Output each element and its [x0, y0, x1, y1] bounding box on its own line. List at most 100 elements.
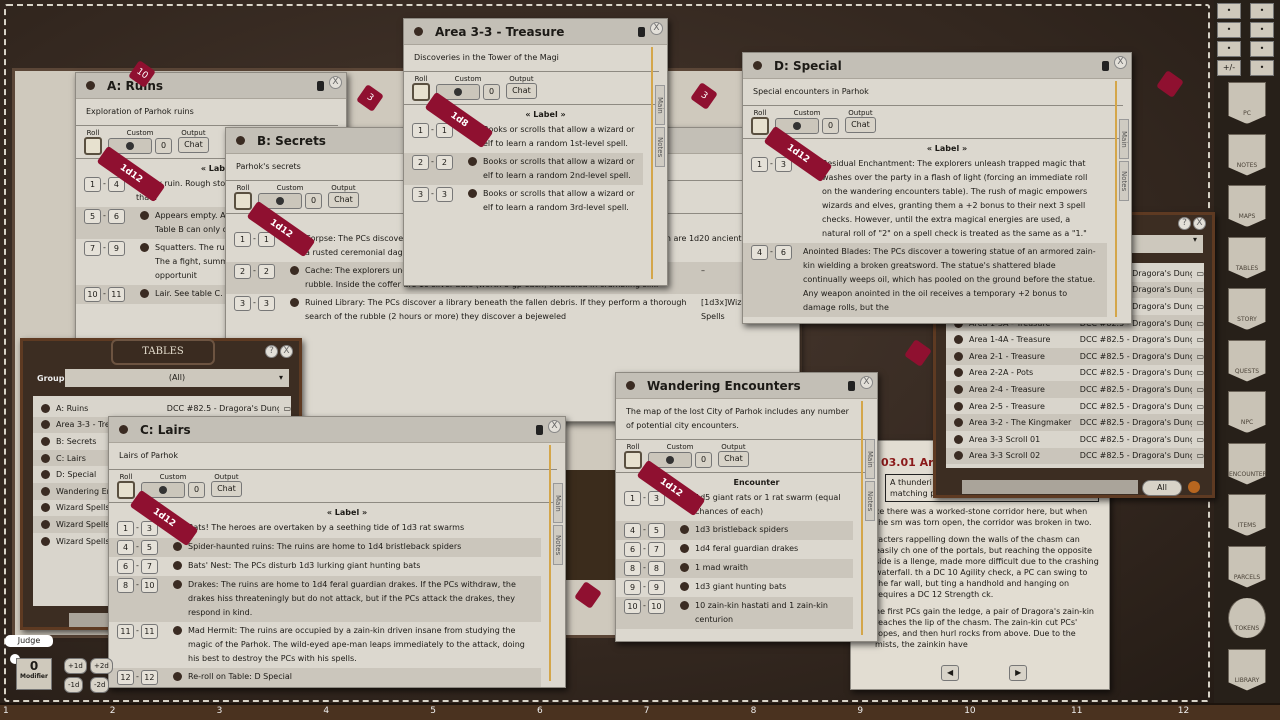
custom-modifier-field[interactable]: 0 [695, 452, 713, 468]
table-description[interactable]: Special encounters in Parhok [743, 79, 1123, 106]
dice-minus1d-button[interactable]: -1d [64, 677, 84, 693]
tab-main[interactable]: Main [865, 439, 875, 479]
tab-notes[interactable]: Notes [655, 127, 665, 167]
lock-icon[interactable] [848, 381, 855, 391]
range-to[interactable]: 5 [140, 540, 158, 555]
list-item[interactable]: Area 2-4 - Treasure DCC #82.5 - Dragora's… [946, 381, 1204, 398]
custom-modifier-field[interactable]: 0 [155, 138, 173, 154]
custom-modifier-field[interactable]: 0 [483, 84, 501, 100]
title-bar[interactable]: D: Special [743, 53, 1131, 79]
table-link-icon[interactable] [954, 418, 963, 428]
range-to[interactable]: 3 [435, 187, 453, 202]
result-link-icon[interactable] [140, 243, 149, 252]
dice-bag-icon[interactable]: • [1217, 22, 1241, 38]
tab-main[interactable]: Main [1119, 119, 1129, 159]
result-text[interactable]: Spider-haunted ruins: The ruins are home… [188, 540, 533, 555]
result-text[interactable]: 1d3 bristleback spiders [695, 523, 845, 538]
table-link-icon[interactable] [86, 81, 95, 90]
output-chat-button[interactable]: Chat [178, 137, 209, 153]
search-input[interactable] [962, 480, 1138, 494]
output-chat-button[interactable]: Chat [718, 451, 749, 467]
result-text[interactable]: Ruined Library: The PCs discover a libra… [305, 296, 687, 324]
scrollbar[interactable] [1115, 81, 1117, 317]
result-link-icon[interactable] [140, 211, 149, 220]
table-link-icon[interactable] [753, 61, 762, 70]
sidebar-button-pc[interactable]: PC [1228, 82, 1266, 124]
sidebar-button-parcels[interactable]: PARCELS [1228, 545, 1266, 588]
range-from[interactable]: 1 [234, 232, 251, 247]
hotkey-slot[interactable]: 1 [3, 706, 9, 716]
list-item[interactable]: A: RuinsDCC #82.5 - Dragora's Dungeon▭ [33, 400, 291, 417]
sidebar-button-notes[interactable]: NOTES [1228, 133, 1266, 176]
result-text[interactable]: Rats! The heroes are overtaken by a seet… [188, 521, 533, 536]
range-from[interactable]: 3 [412, 187, 429, 202]
previous-page-button[interactable]: ◀ [941, 665, 960, 681]
sidebar-button-items[interactable]: ITEMS [1228, 494, 1266, 536]
table-description[interactable]: Lairs of Parhok [109, 443, 557, 470]
range-from[interactable]: 1 [412, 123, 429, 138]
result-link-icon[interactable] [680, 525, 689, 534]
result-text[interactable]: Books or scrolls that allow a wizard or … [483, 187, 635, 215]
result-text[interactable]: Drakes: The ruins are home to 1d4 feral … [188, 578, 533, 620]
table-link-icon[interactable] [954, 368, 963, 378]
table-link-icon[interactable] [41, 519, 50, 529]
range-to[interactable]: 8 [647, 561, 665, 576]
sidebar-button-tables[interactable]: TABLES [1228, 236, 1266, 279]
table-link-icon[interactable] [954, 351, 963, 361]
range-from[interactable]: 1 [624, 491, 641, 506]
result-text[interactable]: 1 mad wraith [695, 561, 845, 576]
table-link-icon[interactable] [954, 384, 963, 394]
tab-main[interactable]: Main [553, 483, 563, 523]
range-to[interactable]: 11 [140, 624, 158, 639]
table-link-icon[interactable] [954, 451, 963, 461]
hotkey-slot[interactable]: 5 [430, 706, 436, 716]
hotkey-slot[interactable]: 12 [1178, 706, 1189, 716]
range-from[interactable]: 12 [117, 670, 134, 685]
range-to[interactable]: 6 [774, 245, 792, 260]
roll-dice-button[interactable] [412, 83, 430, 101]
result-link-icon[interactable] [680, 582, 689, 591]
sidebar-button-tokens[interactable]: TOKENS [1228, 597, 1266, 639]
modifier-box[interactable]: 0 Modifier [16, 658, 52, 690]
sidebar-button-library[interactable]: LIBRARY [1228, 648, 1266, 691]
result-text[interactable]: Mad Hermit: The ruins are occupied by a … [188, 624, 533, 666]
result-text[interactable]: 1d4 feral guardian drakes [695, 542, 845, 557]
range-from[interactable]: 10 [84, 287, 101, 302]
table-description[interactable]: The map of the lost City of Parhok inclu… [616, 399, 869, 440]
range-from[interactable]: 4 [117, 540, 134, 555]
close-icon[interactable]: X [548, 420, 561, 433]
hotkey-slot[interactable]: 3 [217, 706, 223, 716]
table-link-icon[interactable] [414, 27, 423, 36]
range-to[interactable]: 2 [257, 264, 275, 279]
table-link-icon[interactable] [41, 420, 50, 430]
help-icon[interactable]: ? [265, 345, 278, 358]
swords-icon[interactable]: • [1217, 3, 1241, 19]
hotkey-slot[interactable]: 10 [964, 706, 975, 716]
hotkey-slot[interactable]: 6 [537, 706, 543, 716]
hotkey-slot[interactable]: 11 [1071, 706, 1082, 716]
item-name[interactable]: Area 2-4 - Treasure [969, 385, 1080, 394]
close-icon[interactable]: X [280, 345, 293, 358]
lock-icon[interactable] [536, 425, 543, 435]
table-link-icon[interactable] [954, 434, 963, 444]
dice-plus1d-button[interactable]: +1d [64, 658, 87, 674]
title-bar[interactable]: Wandering Encounters [616, 373, 877, 399]
result-link-icon[interactable] [173, 580, 182, 589]
output-chat-button[interactable]: Chat [506, 83, 537, 99]
list-item[interactable]: Area 2-1 - Treasure DCC #82.5 - Dragora's… [946, 347, 1204, 365]
range-to[interactable]: 7 [647, 542, 665, 557]
range-from[interactable]: 1 [117, 521, 134, 536]
result-link-icon[interactable] [290, 266, 299, 275]
hotkey-slot[interactable]: 9 [857, 706, 863, 716]
result-link-icon[interactable] [173, 626, 182, 635]
hotkey-slot[interactable]: 8 [751, 706, 757, 716]
range-to[interactable]: 2 [435, 155, 453, 170]
range-from[interactable]: 2 [234, 264, 251, 279]
group-dropdown[interactable]: (All) ▾ [65, 369, 289, 387]
result-text[interactable]: Anointed Blades: The PCs discover a towe… [803, 245, 1099, 315]
output-chat-button[interactable]: Chat [211, 481, 242, 497]
table-link-icon[interactable] [41, 403, 50, 413]
result-link-icon[interactable] [173, 542, 182, 551]
result-link-icon[interactable] [468, 157, 477, 166]
dice-minus2d-button[interactable]: -2d [90, 677, 110, 693]
